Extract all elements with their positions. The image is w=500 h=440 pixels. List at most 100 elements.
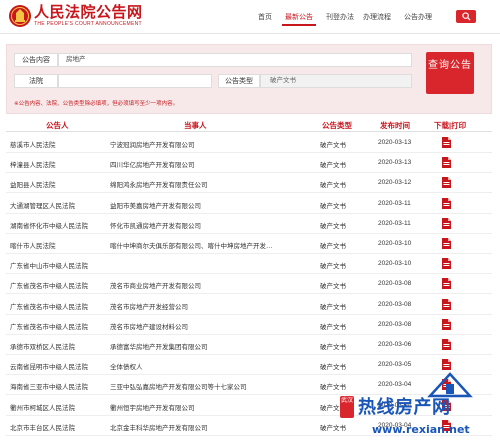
row-type: 破产文书 (320, 344, 346, 351)
row-party[interactable]: 喀什中坤商尔夫俱乐部有限公司、喀什中坤房地产开发… (110, 240, 302, 250)
row-party[interactable]: 宁波冠润房地产开发有限公司 (110, 139, 302, 149)
row-announcer: 衢州市柯城区人民法院 (10, 404, 75, 412)
row-date: 2020-03-08 (378, 280, 412, 288)
row-type: 破产文书 (320, 243, 346, 250)
row-date: 2020-03-11 (378, 199, 411, 207)
header-search-button[interactable] (456, 10, 476, 23)
row-type: 破产文书 (320, 384, 346, 392)
table-row[interactable]: 喀什市人民法院 喀什中坤商尔夫俱乐部有限公司、喀什中坤房地产开发… 破产文书 2020… (6, 234, 492, 254)
court-emblem-icon (9, 5, 31, 27)
content-input-value: 房地产 (66, 56, 86, 63)
pdf-download-icon[interactable] (442, 177, 451, 189)
site-title: 人民法院公告网 (34, 3, 143, 21)
row-announcer: 湖南省怀化市中级人民法院 (10, 222, 88, 230)
brand[interactable]: 人民法院公告网 THE PEOPLE'S COURT ANNOUNCEMENT (34, 4, 143, 27)
row-date: 2020-03-12 (378, 179, 412, 187)
nav-process[interactable]: 办理流程 (363, 12, 391, 22)
row-announcer: 北京市丰台区人民法院 (10, 424, 75, 432)
row-type: 破产文书 (320, 424, 346, 432)
table-row[interactable]: 湖南省怀化市中级人民法院 怀化市凯通房地产开发有限公司 破产文书 2020-03-11 (6, 214, 492, 234)
court-label: 法院 (14, 74, 58, 88)
row-party[interactable]: 茂名市房地产建设材料公司 (110, 321, 302, 331)
row-type: 破产文书 (320, 364, 346, 372)
row-party[interactable]: 承德富华房地产开发集团有限公司 (110, 341, 302, 351)
col-download: 下载|打印 (434, 121, 467, 130)
row-announcer: 广东省茂名市中级人民法院 (10, 323, 88, 331)
nav-handle[interactable]: 公告办理 (404, 12, 432, 22)
table-row[interactable]: 慈溪市人民法院 宁波冠润房地产开发有限公司 破产文书 2020-03-13 (6, 133, 492, 153)
col-type: 公告类型 (322, 121, 352, 130)
row-party[interactable]: 怀化市凯通房地产开发有限公司 (110, 220, 302, 230)
table-row[interactable]: 益阳县人民法院 绵阳鸿永房地产开发有限责任公司 破产文书 2020-03-12 (6, 173, 492, 194)
search-icon (461, 12, 471, 21)
row-party[interactable]: 全体债权人 (110, 361, 302, 371)
row-party[interactable]: 绵阳鸿永房地产开发有限责任公司 (110, 179, 302, 189)
pdf-download-icon[interactable] (442, 217, 451, 229)
row-announcer: 广东省中山市中级人民法院 (10, 263, 88, 271)
row-announcer: 慈溪市人民法院 (10, 142, 56, 149)
row-type: 破产文书 (320, 222, 346, 230)
row-date: 2020-03-10 (378, 240, 412, 247)
row-party[interactable]: 茂名市商业房地产开发有限公司 (110, 280, 302, 290)
row-announcer: 广东省茂名市中级人民法院 (10, 303, 88, 311)
row-party[interactable]: 北京金丰科华房地产开发有限公司 (110, 422, 302, 432)
row-party[interactable]: 益阳市美嘉房地产开发有限公司 (110, 200, 302, 210)
row-party[interactable]: 三亚中弘弘嘉房地产开发有限公司等十七家公司 (110, 381, 302, 391)
type-select-value: 破产文书 (270, 77, 296, 84)
nav-active-indicator (282, 24, 316, 26)
row-party[interactable]: 衢州恒宇房地产开发有限公司 (110, 402, 302, 412)
table-row[interactable]: 广东省茂名市中级人民法院 茂名市房地产建设材料公司 破产文书 2020-03-08 (6, 315, 492, 335)
row-date: 2020-03-06 (378, 341, 412, 348)
table-header: 公告人 当事人 公告类型 发布时间 下载|打印 (6, 116, 492, 132)
row-type: 破产文书 (320, 142, 346, 149)
table-row[interactable]: 广东省茂名市中级人民法院 茂名市房地产开发经营公司 破产文书 2020-03-08 (6, 295, 492, 315)
row-announcer: 海南省三亚市中级人民法院 (10, 384, 88, 392)
row-type: 破产文书 (320, 323, 346, 331)
row-party[interactable]: 茂名市房地产开发经营公司 (110, 301, 302, 311)
table-row[interactable]: 梓潼县人民法院 四川华亿房地产开发有限公司 破产文书 2020-03-13 (6, 153, 492, 174)
table-row[interactable]: 承德市双桥区人民法院 承德富华房地产开发集团有限公司 破产文书 2020-03-06 (6, 335, 492, 355)
top-header: 人民法院公告网 THE PEOPLE'S COURT ANNOUNCEMENT … (0, 0, 500, 34)
row-announcer: 广东省茂名市中级人民法院 (10, 283, 88, 291)
col-date: 发布时间 (380, 121, 410, 130)
nav-publish-method[interactable]: 刊登办法 (326, 12, 354, 22)
query-button[interactable]: 查询公告 (426, 52, 474, 94)
row-announcer: 梓潼县人民法院 (10, 162, 56, 170)
pdf-download-icon[interactable] (442, 238, 451, 249)
pdf-download-icon[interactable] (442, 258, 451, 270)
pdf-download-icon[interactable] (442, 298, 451, 310)
row-date: 2020-03-11 (378, 219, 411, 227)
row-type: 破产文书 (320, 303, 346, 311)
court-input-value (60, 74, 66, 88)
pdf-download-icon[interactable] (442, 318, 451, 330)
row-party[interactable]: 四川华亿房地产开发有限公司 (110, 159, 302, 169)
row-date: 2020-03-13 (378, 159, 412, 167)
pdf-download-icon[interactable] (442, 157, 451, 169)
pdf-download-icon[interactable] (442, 339, 451, 350)
court-input[interactable] (58, 74, 212, 88)
nav-latest[interactable]: 最新公告 (285, 12, 313, 22)
pdf-download-icon[interactable] (442, 197, 451, 209)
row-date: 2020-03-10 (378, 260, 412, 268)
row-type: 破产文书 (320, 202, 346, 210)
row-type: 破产文书 (320, 263, 346, 271)
row-announcer: 承德市双桥区人民法院 (10, 344, 75, 351)
watermark-url: www.rexian.net (372, 423, 470, 436)
table-row[interactable]: 广东省茂名市中级人民法院 茂名市商业房地产开发有限公司 破产文书 2020-03-08 (6, 274, 492, 295)
row-type: 破产文书 (320, 182, 346, 190)
row-type: 破产文书 (320, 162, 346, 170)
table-row[interactable]: 大通湖管理区人民法院 益阳市美嘉房地产开发有限公司 破产文书 2020-03-11 (6, 194, 492, 214)
nav-home[interactable]: 首页 (258, 12, 272, 22)
content-input[interactable] (58, 53, 412, 67)
row-date: 2020-03-08 (378, 300, 412, 308)
watermark-title: 热线房产网 (358, 397, 451, 418)
table-row[interactable]: 广东省中山市中级人民法院 破产文书 2020-03-10 (6, 254, 492, 275)
search-hint: ※公告内容、法院、公告类型除必填项，但必须填写至少一项内容。 (14, 101, 179, 107)
pdf-download-icon[interactable] (442, 278, 451, 290)
row-date: 2020-03-08 (378, 320, 412, 328)
row-announcer: 大通湖管理区人民法院 (10, 202, 75, 210)
row-announcer: 云南省昆明市中级人民法院 (10, 364, 88, 372)
watermark-badge: 武汉 (340, 396, 354, 418)
pdf-download-icon[interactable] (442, 137, 451, 148)
col-announcer: 公告人 (46, 121, 69, 130)
